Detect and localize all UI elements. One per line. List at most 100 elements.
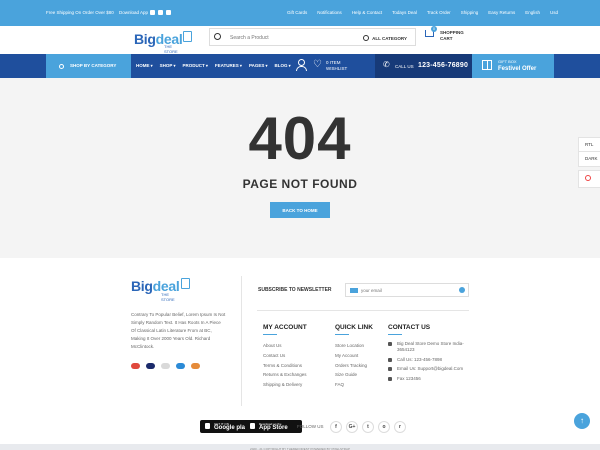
gift-icon bbox=[482, 60, 492, 70]
amex-icon bbox=[176, 363, 185, 369]
category-select[interactable]: ALL CATEGORY bbox=[363, 35, 407, 41]
visa-icon bbox=[131, 363, 140, 369]
footer: Bigdeal THE STORE Contrary To Popular Be… bbox=[0, 258, 600, 444]
address-text: Big Deal Store Demo Store India-3654123 bbox=[397, 341, 464, 353]
newsletter-email-input[interactable] bbox=[361, 286, 451, 295]
phone-icon: ✆ bbox=[383, 60, 390, 69]
logo-big: Big bbox=[134, 31, 156, 47]
apple-icon[interactable] bbox=[150, 10, 155, 15]
returns-link[interactable]: Returns & Exchanges bbox=[263, 370, 307, 380]
todays-deal-link[interactable]: Todays Deal bbox=[392, 10, 417, 15]
mastercard-icon bbox=[146, 363, 155, 369]
cart-label: SHOPPING CART bbox=[440, 30, 464, 41]
size-guide-link[interactable]: Size Guide bbox=[335, 370, 373, 380]
menu-blog[interactable]: BLOG bbox=[274, 63, 290, 68]
email: Email Us: Support@bigdeal.Com bbox=[388, 366, 473, 372]
scroll-to-top-button[interactable]: ↑ bbox=[574, 413, 590, 429]
newsletter-label: SUBSCRIBE TO NEWSLETTER bbox=[258, 287, 332, 293]
orders-tracking-link[interactable]: Orders Tracking bbox=[335, 361, 373, 371]
download-app-link[interactable]: Download App bbox=[119, 10, 148, 15]
wishlist[interactable]: 0 ITEM WISHLIST bbox=[326, 60, 347, 72]
google-plus-icon[interactable]: G+ bbox=[346, 421, 358, 433]
menu-pages[interactable]: PAGES bbox=[249, 63, 268, 68]
android-icon[interactable] bbox=[158, 10, 163, 15]
currency-select[interactable]: Usd bbox=[550, 10, 558, 15]
paypal-icon bbox=[161, 363, 170, 369]
shop-by-category-button[interactable]: SHOP BY CATEGORY bbox=[46, 54, 131, 78]
help-contact-link[interactable]: Help & Contact bbox=[352, 10, 382, 15]
faq-link[interactable]: FAQ bbox=[335, 380, 373, 390]
logo-tagline: THE STORE bbox=[164, 44, 178, 54]
store-location-link[interactable]: Store Location bbox=[335, 341, 373, 351]
app-store-big: App Store bbox=[259, 425, 288, 431]
contact-us-link[interactable]: Contact Us bbox=[263, 351, 307, 361]
search-icon[interactable] bbox=[214, 33, 221, 40]
instagram-icon[interactable]: o bbox=[378, 421, 390, 433]
search-input[interactable] bbox=[230, 32, 350, 44]
email-text[interactable]: Email Us: Support@bigdeal.Com bbox=[397, 366, 463, 371]
menu-features[interactable]: FEATURES bbox=[215, 63, 242, 68]
mail-icon bbox=[350, 288, 358, 293]
menu-home[interactable]: HOME bbox=[136, 63, 153, 68]
fax-text: Fax 123456 bbox=[397, 375, 421, 381]
top-bar: Free Shipping On Order Over $80 Download… bbox=[0, 0, 600, 26]
easy-returns-link[interactable]: Easy Returns bbox=[488, 10, 515, 15]
wishlist-count: 0 ITEM bbox=[326, 60, 341, 65]
phone-text: Call Us: 123-456-7898 bbox=[397, 356, 443, 362]
shipping-link[interactable]: Shipping bbox=[461, 10, 479, 15]
my-account-link[interactable]: My Account bbox=[335, 351, 373, 361]
gift-box-offer[interactable]: GIFT BOX Festivel Offer bbox=[472, 54, 554, 78]
follow-us-label: FOLLOW US bbox=[297, 424, 324, 429]
windows-icon[interactable] bbox=[166, 10, 171, 15]
site-logo[interactable]: Bigdeal THE STORE bbox=[134, 31, 192, 54]
app-store-button[interactable]: Download on the App Store bbox=[245, 420, 302, 433]
send-icon[interactable] bbox=[459, 287, 465, 293]
footer-divider bbox=[241, 276, 242, 406]
palette-icon bbox=[585, 175, 591, 181]
rss-icon[interactable]: r bbox=[394, 421, 406, 433]
my-account-title: MY ACCOUNT bbox=[263, 324, 307, 335]
top-links: Gift Cards Notifications Help & Contact … bbox=[287, 10, 558, 15]
facebook-icon[interactable]: f bbox=[330, 421, 342, 433]
heart-icon[interactable]: ♡ bbox=[313, 60, 322, 70]
footer-hline bbox=[257, 310, 469, 311]
language-select[interactable]: English bbox=[525, 10, 540, 15]
contact-us-title: CONTACT US bbox=[388, 324, 473, 335]
user-icon[interactable] bbox=[296, 59, 307, 71]
newsletter-form bbox=[345, 283, 469, 297]
quick-link-title: QUICK LINK bbox=[335, 324, 373, 335]
footer-logo[interactable]: Bigdeal THE STORE bbox=[131, 278, 190, 302]
my-account-column: MY ACCOUNT About Us Contact Us Terms & C… bbox=[263, 324, 307, 390]
menu-product[interactable]: PRODUCT bbox=[183, 63, 208, 68]
terms-link[interactable]: Terms & Conditions bbox=[263, 361, 307, 371]
twitter-icon[interactable]: t bbox=[362, 421, 374, 433]
gift-cards-link[interactable]: Gift Cards bbox=[287, 10, 307, 15]
app-icons bbox=[150, 10, 171, 15]
footer-logo-tagline: THE STORE bbox=[161, 292, 175, 302]
color-picker[interactable] bbox=[578, 170, 600, 188]
wishlist-label: WISHLIST bbox=[326, 66, 348, 71]
festival-offer-label: Festivel Offer bbox=[498, 66, 537, 72]
google-play-icon bbox=[205, 423, 210, 429]
gift-box-label: GIFT BOX bbox=[498, 59, 517, 64]
about-text: Contrary To Popular Belief, Lorem Ipsum … bbox=[131, 312, 226, 349]
shop-by-category-label: SHOP BY CATEGORY bbox=[70, 63, 117, 68]
phone-number[interactable]: 123-456-76890 bbox=[418, 62, 468, 69]
contact-us-column: CONTACT US Big Deal Store Demo Store Ind… bbox=[388, 324, 473, 385]
track-order-link[interactable]: Track Order bbox=[427, 10, 451, 15]
menu-shop[interactable]: SHOP bbox=[160, 63, 176, 68]
notifications-link[interactable]: Notifications bbox=[317, 10, 342, 15]
menu: HOME SHOP PRODUCT FEATURES PAGES BLOG bbox=[136, 63, 291, 68]
dark-toggle[interactable]: DARK bbox=[578, 151, 600, 167]
discover-icon bbox=[191, 363, 200, 369]
shipping-delivery-link[interactable]: Shipping & Delivery bbox=[263, 380, 307, 390]
cart-count-badge: 0 bbox=[431, 26, 437, 32]
google-play-big: Google play bbox=[214, 425, 249, 431]
arrow-up-icon: ↑ bbox=[580, 416, 584, 425]
error-section: 404 PAGE NOT FOUND BACK TO HOME bbox=[0, 78, 600, 258]
footer-shopping-bag-icon bbox=[181, 278, 190, 289]
apple-store-icon bbox=[250, 423, 255, 429]
error-code: 404 bbox=[248, 105, 352, 172]
back-to-home-button[interactable]: BACK TO HOME bbox=[270, 202, 330, 218]
about-us-link[interactable]: About Us bbox=[263, 341, 307, 351]
